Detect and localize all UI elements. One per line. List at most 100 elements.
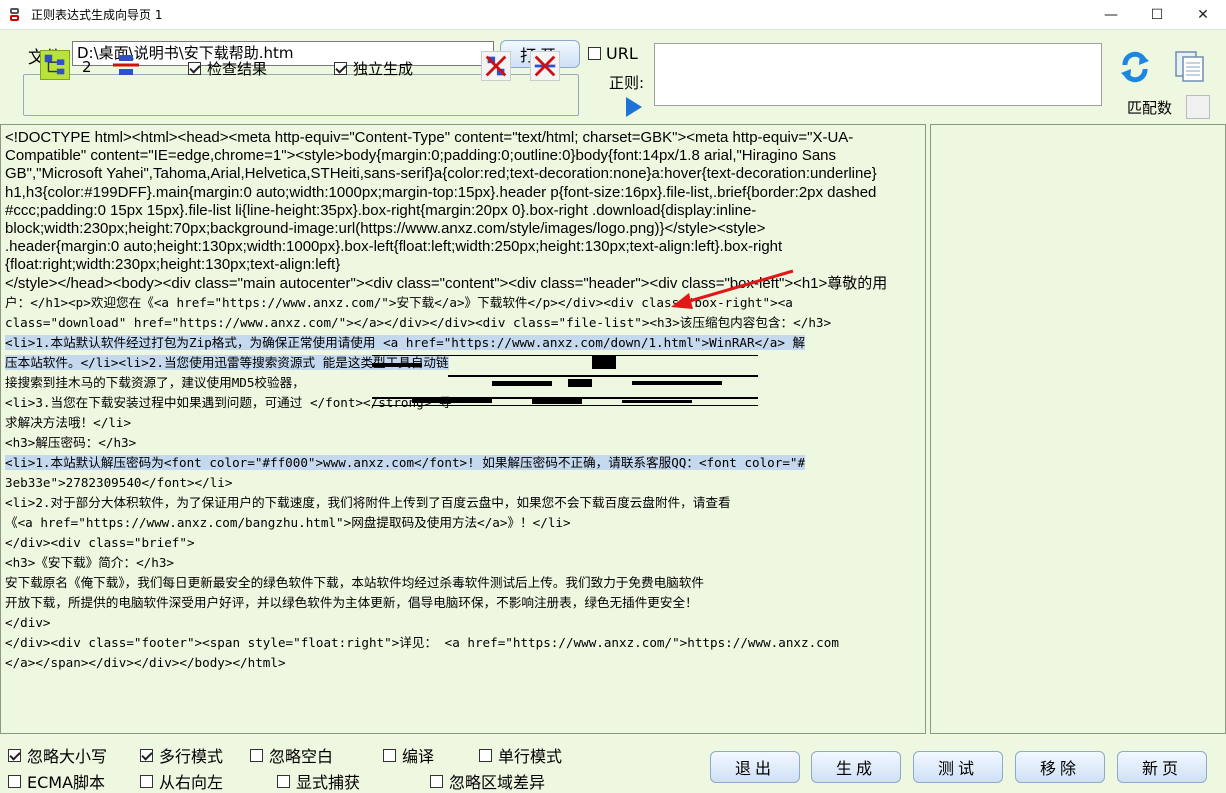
code-line-text: 安下载原名《俺下载》，我们每日更新最安全的绿色软件下载，本站软件均经过杀毒软件测…	[5, 574, 704, 590]
annotation-arrow-icon	[671, 269, 794, 309]
code-line: <li>1.本站默认解压密码为<font color="#ff000">www.…	[5, 453, 921, 473]
new-page-button[interactable]: 新页	[1117, 751, 1207, 783]
check-result-option[interactable]: 检查结果	[188, 58, 267, 79]
multiline-option[interactable]: 多行模式	[140, 743, 223, 767]
remove-button[interactable]: 移除	[1015, 751, 1105, 783]
ignore-whitespace-option[interactable]: 忽略空白	[250, 743, 333, 767]
code-line-text: Compatible" content="IE=edge,chrome=1"><…	[5, 147, 837, 165]
code-line-text: 接搜索到挂木马的下载资源了，建议使用MD5校验器，	[5, 374, 305, 390]
explicit-capture-checkbox[interactable]	[277, 774, 290, 788]
redacted-region	[372, 355, 758, 406]
copy-icon[interactable]	[1172, 48, 1208, 84]
code-line-text: </div>	[5, 614, 51, 630]
code-line: 3eb33e">2782309540</font></li>	[5, 473, 921, 493]
code-line: block;width:230px;height:70px;background…	[5, 220, 921, 238]
multiline-checkbox[interactable]	[140, 748, 153, 762]
explicit-capture-option[interactable]: 显式捕获	[277, 769, 360, 793]
code-line: 安下载原名《俺下载》，我们每日更新最安全的绿色软件下载，本站软件均经过杀毒软件测…	[5, 573, 921, 593]
ignore-case-checkbox[interactable]	[8, 748, 21, 762]
code-line: <h3>解压密码：</h3>	[5, 433, 921, 453]
code-line: h1,h3{color:#199DFF}.main{margin:0 auto;…	[5, 184, 921, 202]
code-line: 求解决方法哦！</li>	[5, 413, 921, 433]
code-line-text: <h3>解压密码：</h3>	[5, 434, 137, 450]
code-line-text: </a></span></div></div></body></html>	[5, 654, 286, 670]
match-count-box	[1186, 95, 1210, 119]
ignore-whitespace-checkbox[interactable]	[250, 748, 263, 762]
ignore-culture-option[interactable]: 忽略区域差异	[430, 769, 545, 793]
test-button[interactable]: 测试	[913, 751, 1003, 783]
explicit-capture-label: 显式捕获	[296, 773, 361, 792]
code-line: GB","Microsoft Yahei",Tahoma,Arial,Helve…	[5, 165, 921, 183]
code-line-text: <li>2.对于部分大体积软件，为了保证用户的下载速度，我们将附件上传到了百度云…	[5, 494, 731, 510]
code-line-text: block;width:230px;height:70px;background…	[5, 220, 766, 238]
standalone-checkbox[interactable]	[334, 62, 347, 75]
maximize-button[interactable]: ☐	[1134, 0, 1180, 30]
code-line: <h3>《安下载》简介：</h3>	[5, 553, 921, 573]
code-line: 开放下载，所提供的电脑软件深受用户好评，并以绿色软件为主体更新，倡导电脑环保，不…	[5, 593, 921, 613]
standalone-option[interactable]: 独立生成	[334, 58, 413, 79]
refresh-icon[interactable]	[1120, 50, 1150, 84]
ecma-option[interactable]: ECMA脚本	[8, 769, 105, 793]
tree-structure-icon[interactable]	[40, 50, 70, 80]
clear-icon[interactable]	[530, 51, 560, 81]
code-line-text: 开放下载，所提供的电脑软件深受用户好评，并以绿色软件为主体更新，倡导电脑环保，不…	[5, 594, 698, 610]
code-line-text: <li>1.本站默认解压密码为<font color="#ff000">www.…	[5, 454, 806, 470]
code-line: <!DOCTYPE html><html><head><meta http-eq…	[5, 129, 921, 147]
source-text-area[interactable]: <!DOCTYPE html><html><head><meta http-eq…	[0, 124, 926, 734]
code-line-text: {float:right;width:230px;height:130px;te…	[5, 256, 341, 274]
play-icon[interactable]	[626, 97, 642, 117]
code-line-text: <!DOCTYPE html><html><head><meta http-eq…	[5, 129, 854, 146]
code-line-text: .header{margin:0 auto;height:130px;width…	[5, 238, 783, 256]
ecma-label: ECMA脚本	[27, 773, 106, 792]
url-checkbox[interactable]	[588, 47, 601, 60]
code-line: #ccc;padding:0 15px 15px}.file-list li{l…	[5, 202, 921, 220]
window-controls: — ☐ ✕	[1088, 0, 1226, 30]
check-result-label: 检查结果	[207, 60, 268, 78]
code-line-text: 求解决方法哦！</li>	[5, 414, 132, 430]
window-title: 正则表达式生成向导页 1	[31, 8, 163, 22]
minimize-button[interactable]: —	[1088, 0, 1134, 30]
code-line: </div>	[5, 613, 921, 633]
code-line-text: h1,h3{color:#199DFF}.main{margin:0 auto;…	[5, 183, 877, 201]
right-to-left-option[interactable]: 从右向左	[140, 769, 223, 793]
group-count: 2	[82, 58, 92, 76]
ignore-case-label: 忽略大小写	[27, 747, 108, 766]
url-option[interactable]: URL	[588, 44, 638, 63]
code-line-text: <li>1.本站默认软件经过打包为Zip格式，为确保正常使用请使用 <a hre…	[5, 334, 806, 350]
singleline-label: 单行模式	[498, 747, 563, 766]
ecma-checkbox[interactable]	[8, 774, 21, 788]
code-line: </div><div class="brief">	[5, 533, 921, 553]
delete-group-icon[interactable]	[481, 51, 511, 81]
generate-button[interactable]: 生成	[811, 751, 901, 783]
toolbar-area: 文件 D:\桌面\说明书\安下载帮助.htm 打开 URL 正则: 匹配数	[0, 30, 1226, 124]
app-icon	[9, 7, 23, 23]
exit-button[interactable]: 退出	[710, 751, 800, 783]
code-line: </div><div class="footer"><span style="f…	[5, 633, 921, 653]
code-line: Compatible" content="IE=edge,chrome=1"><…	[5, 147, 921, 165]
compile-checkbox[interactable]	[383, 748, 396, 762]
code-line: .header{margin:0 auto;height:130px;width…	[5, 238, 921, 256]
ignore-culture-checkbox[interactable]	[430, 774, 443, 788]
code-line-text: #ccc;padding:0 15px 15px}.file-list li{l…	[5, 201, 757, 219]
right-to-left-checkbox[interactable]	[140, 774, 153, 788]
multiline-label: 多行模式	[159, 747, 224, 766]
ignore-case-option[interactable]: 忽略大小写	[8, 743, 107, 767]
singleline-option[interactable]: 单行模式	[479, 743, 562, 767]
ignore-whitespace-label: 忽略空白	[269, 747, 334, 766]
code-line: 《<a href="https://www.anxz.com/bangzhu.h…	[5, 513, 921, 533]
result-pane[interactable]	[930, 124, 1226, 734]
right-to-left-label: 从右向左	[159, 773, 224, 792]
code-line-text: </div><div class="footer"><span style="f…	[5, 634, 839, 650]
ignore-culture-label: 忽略区域差异	[449, 773, 546, 792]
code-line-text: 3eb33e">2782309540</font></li>	[5, 474, 233, 490]
compile-option[interactable]: 编译	[383, 743, 434, 767]
split-icon[interactable]	[112, 51, 140, 79]
url-label: URL	[606, 44, 638, 63]
code-line-text: </div><div class="brief">	[5, 534, 195, 550]
compile-label: 编译	[402, 747, 435, 766]
code-line: <li>2.对于部分大体积软件，为了保证用户的下载速度，我们将附件上传到了百度云…	[5, 493, 921, 513]
singleline-checkbox[interactable]	[479, 748, 492, 762]
check-result-checkbox[interactable]	[188, 62, 201, 75]
regex-input[interactable]	[654, 43, 1102, 106]
close-button[interactable]: ✕	[1180, 0, 1226, 30]
